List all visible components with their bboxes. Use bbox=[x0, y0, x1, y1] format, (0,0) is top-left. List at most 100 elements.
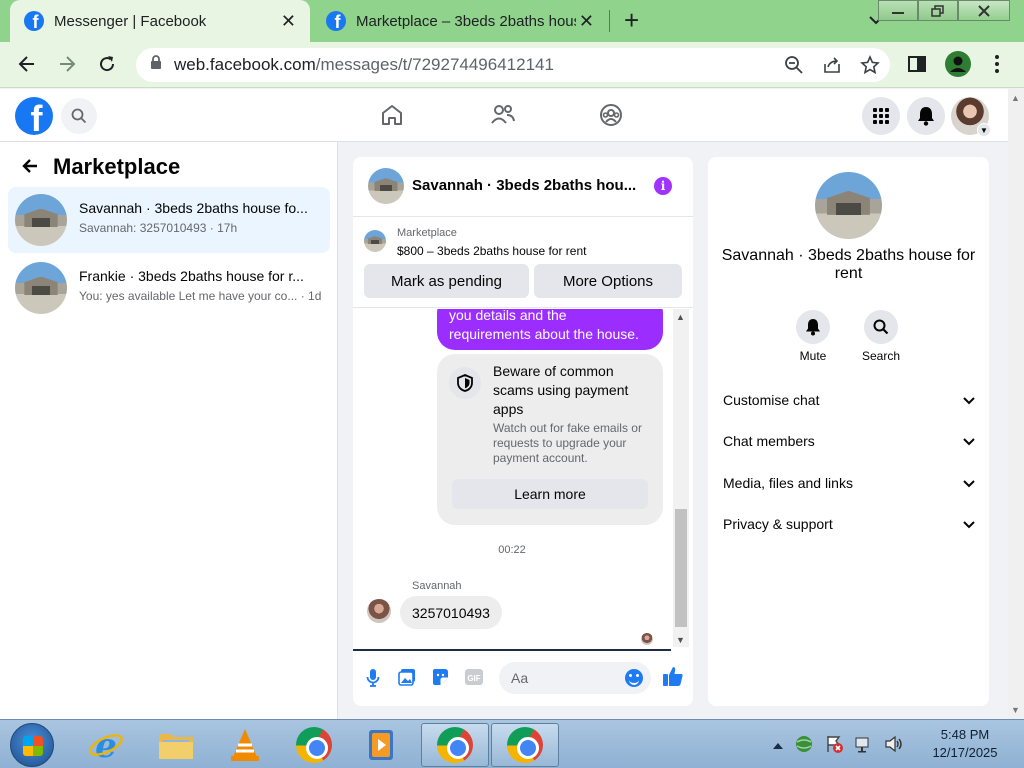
section-label: Chat members bbox=[723, 433, 815, 449]
scam-warning-title: Beware of common scams using payment app… bbox=[493, 363, 629, 417]
start-button[interactable] bbox=[10, 723, 54, 767]
photo-icon[interactable] bbox=[398, 668, 416, 691]
read-receipt-avatar bbox=[641, 633, 653, 645]
volume-icon[interactable] bbox=[884, 734, 904, 759]
mute-button[interactable]: Mute bbox=[783, 310, 843, 363]
svg-text:GIF: GIF bbox=[467, 674, 480, 683]
system-clock[interactable]: 5:48 PM 12/17/2025 bbox=[925, 726, 1005, 762]
account-avatar[interactable]: ▼ bbox=[951, 97, 991, 137]
share-icon[interactable] bbox=[822, 55, 842, 80]
conversation-preview: Savannah: 3257010493 · 17h bbox=[79, 221, 238, 235]
chevron-down-icon bbox=[963, 392, 975, 408]
chat-scrollbar[interactable]: ▲ ▼ bbox=[673, 309, 689, 647]
emoji-icon[interactable] bbox=[625, 669, 643, 687]
search-button[interactable]: Search bbox=[851, 310, 911, 363]
conversation-preview: You: yes available Let me have your co..… bbox=[79, 289, 322, 303]
vlc-icon[interactable] bbox=[214, 723, 276, 767]
scroll-down-arrow-icon[interactable]: ▼ bbox=[676, 635, 685, 645]
back-arrow-icon[interactable] bbox=[17, 54, 37, 80]
network-status-icon[interactable] bbox=[854, 734, 874, 759]
scrollbar-thumb[interactable] bbox=[675, 509, 687, 627]
svg-text:e: e bbox=[95, 726, 117, 764]
chevron-down-icon bbox=[963, 516, 975, 532]
minimize-button[interactable] bbox=[878, 0, 918, 21]
section-chat-members[interactable]: Chat members bbox=[723, 430, 975, 452]
browser-menu-icon[interactable] bbox=[993, 54, 1001, 79]
chevron-down-icon bbox=[963, 433, 975, 449]
microphone-icon[interactable] bbox=[366, 668, 380, 693]
home-icon[interactable] bbox=[380, 103, 404, 132]
close-window-button[interactable] bbox=[958, 0, 1010, 21]
show-hidden-icons-arrow-icon[interactable] bbox=[772, 738, 784, 756]
system-tray bbox=[772, 734, 904, 759]
message-input[interactable]: Aa bbox=[499, 662, 651, 694]
page-scrollbar[interactable]: ▲ ▼ bbox=[1008, 89, 1024, 719]
thumbs-up-icon[interactable] bbox=[662, 665, 684, 692]
clock-time: 5:48 PM bbox=[940, 727, 990, 742]
outgoing-message: you details and the requirements about t… bbox=[437, 309, 663, 350]
media-player-icon[interactable] bbox=[351, 723, 413, 767]
marketplace-listing-bar: Marketplace $800 – 3beds 2baths house fo… bbox=[353, 218, 693, 308]
tab-messenger[interactable]: f Messenger | Facebook ✕ bbox=[10, 0, 310, 42]
conversation-item-frankie[interactable]: Frankie · 3beds 2baths house for r... Yo… bbox=[8, 255, 330, 321]
scroll-down-arrow-icon[interactable]: ▼ bbox=[1011, 705, 1020, 715]
restore-button[interactable] bbox=[918, 0, 958, 21]
clock-date: 12/17/2025 bbox=[932, 745, 998, 760]
url-host: web.facebook.com bbox=[174, 55, 316, 74]
info-icon[interactable]: i bbox=[654, 177, 672, 195]
gif-icon[interactable]: GIF bbox=[464, 668, 484, 691]
close-tab-icon[interactable]: ✕ bbox=[579, 11, 594, 32]
chat-title[interactable]: Savannah · 3beds 2baths hou... bbox=[412, 177, 642, 194]
incoming-message: 3257010493 bbox=[400, 596, 502, 629]
groups-icon[interactable] bbox=[599, 103, 623, 132]
bell-icon bbox=[796, 310, 830, 344]
conversation-item-savannah[interactable]: Savannah · 3beds 2baths house fo... Sava… bbox=[8, 187, 330, 253]
friends-icon[interactable] bbox=[490, 103, 516, 132]
listing-title[interactable]: $800 – 3beds 2baths house for rent bbox=[397, 244, 586, 258]
section-customise-chat[interactable]: Customise chat bbox=[723, 389, 975, 411]
tab-marketplace[interactable]: f Marketplace – 3beds 2baths hous ✕ bbox=[312, 0, 608, 42]
listing-photo[interactable] bbox=[815, 172, 882, 239]
search-icon[interactable] bbox=[61, 98, 97, 134]
section-privacy-support[interactable]: Privacy & support bbox=[723, 513, 975, 535]
address-bar[interactable]: web.facebook.com/messages/t/729274496412… bbox=[136, 48, 890, 82]
facebook-logo-icon[interactable]: f bbox=[15, 97, 53, 135]
facebook-favicon-icon: f bbox=[326, 11, 346, 31]
zoom-icon[interactable] bbox=[784, 55, 804, 80]
forward-arrow-icon[interactable] bbox=[57, 54, 77, 80]
scam-warning-text: Watch out for fake emails or requests to… bbox=[493, 421, 642, 465]
sticker-icon[interactable] bbox=[431, 668, 449, 691]
listing-thumbnail[interactable] bbox=[368, 168, 404, 204]
file-explorer-icon[interactable] bbox=[145, 723, 207, 767]
profile-avatar-icon[interactable] bbox=[945, 51, 971, 82]
back-arrow-icon[interactable] bbox=[20, 156, 40, 182]
close-tab-icon[interactable]: ✕ bbox=[281, 11, 296, 32]
chrome-window-2-icon[interactable] bbox=[491, 723, 559, 767]
scroll-up-arrow-icon[interactable]: ▲ bbox=[1011, 93, 1020, 103]
chrome-icon[interactable] bbox=[283, 723, 345, 767]
listing-thumbnail bbox=[15, 262, 67, 314]
notifications-bell-icon[interactable] bbox=[907, 97, 945, 135]
flag-alert-icon[interactable] bbox=[824, 734, 844, 759]
facebook-header: f ▼ bbox=[0, 89, 1008, 142]
side-panel-icon[interactable] bbox=[907, 54, 927, 79]
windows-taskbar: e 5:48 PM 12/17/2025 bbox=[0, 719, 1024, 768]
more-options-button[interactable]: More Options bbox=[534, 264, 682, 298]
chat-header: Savannah · 3beds 2baths hou... i bbox=[353, 157, 693, 217]
internet-explorer-icon[interactable]: e bbox=[75, 723, 137, 767]
bookmark-star-icon[interactable] bbox=[860, 55, 880, 80]
lock-icon[interactable] bbox=[150, 55, 162, 75]
sender-name: Savannah bbox=[412, 580, 462, 592]
learn-more-button[interactable]: Learn more bbox=[452, 479, 648, 509]
mark-as-pending-button[interactable]: Mark as pending bbox=[364, 264, 529, 298]
reload-icon[interactable] bbox=[97, 54, 117, 80]
listing-thumbnail[interactable] bbox=[364, 230, 386, 252]
menu-grid-icon[interactable] bbox=[862, 97, 900, 135]
new-tab-button[interactable]: + bbox=[624, 7, 639, 33]
network-globe-icon[interactable] bbox=[794, 734, 814, 759]
chrome-window-1-icon[interactable] bbox=[421, 723, 489, 767]
scroll-up-arrow-icon[interactable]: ▲ bbox=[676, 312, 685, 322]
section-label: Privacy & support bbox=[723, 516, 833, 532]
section-media-files-links[interactable]: Media, files and links bbox=[723, 472, 975, 494]
sender-avatar[interactable] bbox=[367, 599, 391, 623]
